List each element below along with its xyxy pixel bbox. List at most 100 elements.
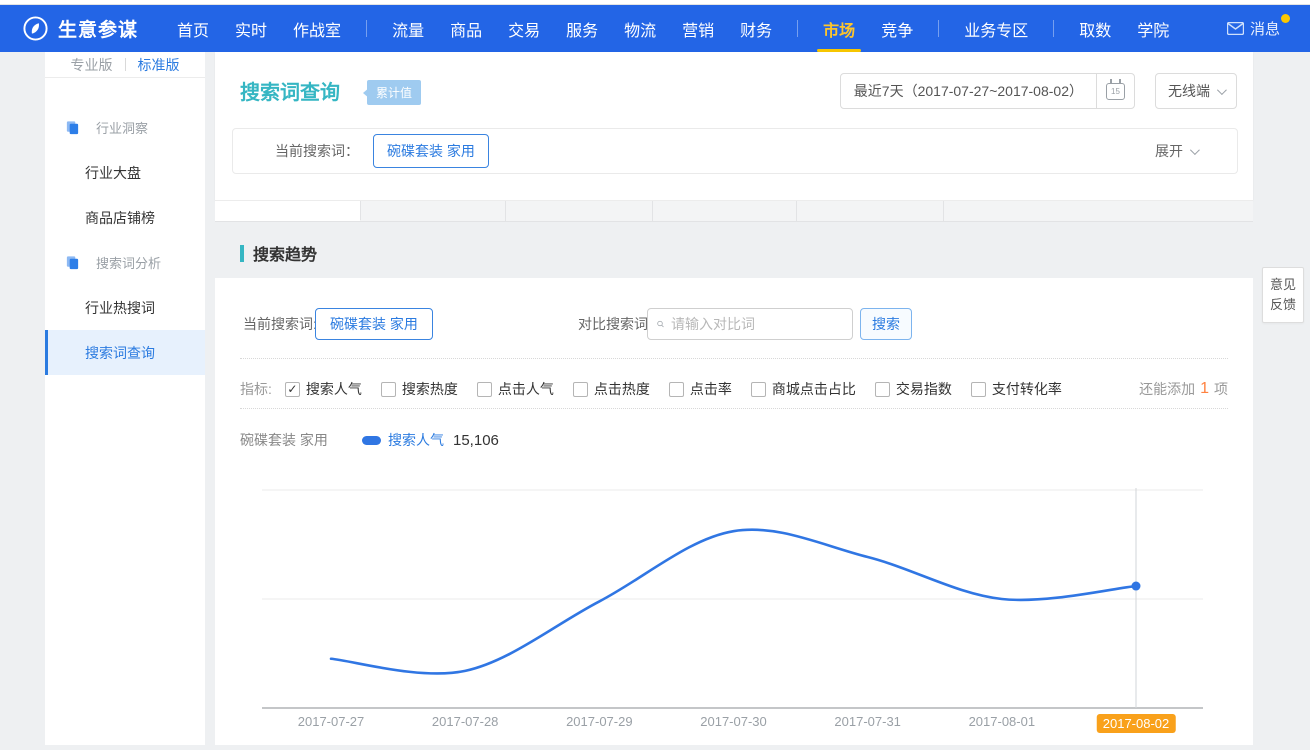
x-axis-label[interactable]: 2017-07-29 <box>566 714 633 729</box>
chevron-down-icon <box>1190 145 1200 155</box>
metric-checkbox-item[interactable]: 点击人气 <box>477 379 554 399</box>
nav-item[interactable]: 市场 <box>810 5 868 52</box>
x-axis-label-selected[interactable]: 2017-08-02 <box>1097 714 1176 733</box>
metric-checkbox-item[interactable]: ✓搜索人气 <box>285 379 362 399</box>
brand[interactable]: 生意参谋 <box>22 5 138 52</box>
metrics-row: 指标: ✓搜索人气 搜索热度 点击人气 点击热度 点击率 商城点击占比 交易指数支付转化率 <box>240 370 1081 408</box>
checkbox-icon[interactable] <box>669 382 684 397</box>
checkbox-checked-icon[interactable]: ✓ <box>285 382 300 397</box>
feedback-button[interactable]: 意见 反馈 <box>1262 267 1304 323</box>
compare-keyword-label: 对比搜索词: <box>578 308 652 340</box>
legend-metric-name[interactable]: 搜索人气 <box>388 430 444 450</box>
brand-name: 生意参谋 <box>58 15 138 42</box>
nav-item[interactable]: 学院 <box>1124 5 1182 52</box>
divider <box>240 358 1228 359</box>
nav-group-divider <box>797 20 798 37</box>
metric-checkbox-item[interactable]: 点击热度 <box>573 379 650 399</box>
checkbox-icon[interactable] <box>751 382 766 397</box>
tab-segment[interactable] <box>506 201 653 221</box>
x-axis-label[interactable]: 2017-07-31 <box>834 714 901 729</box>
checkbox-icon[interactable] <box>381 382 396 397</box>
metrics-label: 指标: <box>240 379 272 399</box>
checkbox-icon[interactable] <box>875 382 890 397</box>
nav-item[interactable]: 作战室 <box>280 5 354 52</box>
page-header-panel: 搜索词查询 累计值 最近7天（2017-07-27~2017-08-02） 15… <box>215 52 1253 200</box>
nav-item[interactable]: 实时 <box>222 5 280 52</box>
metric-checkbox-item[interactable]: 搜索热度 <box>381 379 458 399</box>
current-keyword-chip[interactable]: 碗碟套装 家用 <box>373 134 489 168</box>
messages-button[interactable]: 消息 <box>1227 5 1288 52</box>
nav-item[interactable]: 交易 <box>495 5 553 52</box>
metric-checkbox-item[interactable]: 点击率 <box>669 379 732 399</box>
tab-standard-version[interactable]: 标准版 <box>138 55 180 75</box>
metric-label: 点击率 <box>690 379 732 399</box>
terminal-value: 无线端 <box>1168 81 1210 101</box>
nav-item[interactable]: 首页 <box>164 5 222 52</box>
metric-label: 点击热度 <box>594 379 650 399</box>
tab-segment[interactable] <box>361 201 506 221</box>
sidebar-item[interactable]: 行业热搜词 <box>45 285 205 330</box>
messages-label: 消息 <box>1250 18 1280 39</box>
nav-item[interactable]: 财务 <box>727 5 785 52</box>
nav-item[interactable]: 取数 <box>1066 5 1124 52</box>
trend-chart-svg[interactable] <box>240 480 1220 745</box>
tab-segment[interactable] <box>653 201 797 221</box>
search-icon <box>657 317 664 331</box>
tab-strip <box>215 200 1253 222</box>
selected-point-dot <box>1132 582 1141 591</box>
divider <box>125 58 126 71</box>
calendar-button[interactable]: 15 <box>1096 74 1134 108</box>
metric-label: 商城点击占比 <box>772 379 856 399</box>
section-heading: 搜索趋势 <box>240 241 317 265</box>
nav-item[interactable]: 物流 <box>611 5 669 52</box>
legend-metric-value: 15,106 <box>453 432 499 449</box>
checkbox-icon[interactable] <box>573 382 588 397</box>
x-axis-label[interactable]: 2017-07-27 <box>298 714 365 729</box>
nav-item[interactable]: 服务 <box>553 5 611 52</box>
date-range-picker[interactable]: 最近7天（2017-07-27~2017-08-02） 15 <box>840 73 1135 109</box>
x-axis-label[interactable]: 2017-07-28 <box>432 714 499 729</box>
nav-item[interactable]: 商品 <box>437 5 495 52</box>
terminal-select[interactable]: 无线端 <box>1155 73 1237 109</box>
nav-item[interactable]: 业务专区 <box>951 5 1041 52</box>
checkbox-icon[interactable] <box>971 382 986 397</box>
chevron-down-icon <box>1217 85 1227 95</box>
metric-label: 交易指数 <box>896 379 952 399</box>
series-line <box>331 530 1136 674</box>
add-more-count: 1 <box>1200 380 1209 398</box>
x-axis-label[interactable]: 2017-07-30 <box>700 714 767 729</box>
cumulative-value-badge: 累计值 <box>367 80 421 105</box>
nav-item[interactable]: 流量 <box>379 5 437 52</box>
tab-segment[interactable] <box>944 201 1253 221</box>
metric-checkbox-item[interactable]: 交易指数 <box>875 379 952 399</box>
legend-series-marker <box>362 436 381 445</box>
search-analysis-icon <box>65 255 88 270</box>
current-keyword-label: 当前搜索词: <box>243 308 317 340</box>
sidebar-group-label: 行业洞察 <box>96 118 148 137</box>
tab-segment-active[interactable] <box>215 201 361 221</box>
tab-segment[interactable] <box>797 201 944 221</box>
sidebar-item[interactable]: 行业大盘 <box>45 150 205 195</box>
x-axis-label[interactable]: 2017-08-01 <box>969 714 1036 729</box>
trend-chart[interactable] <box>240 480 1220 745</box>
compare-keyword-input[interactable] <box>671 316 852 332</box>
header-controls: 最近7天（2017-07-27~2017-08-02） 15 无线端 <box>840 73 1237 109</box>
expand-toggle[interactable]: 展开 <box>1155 141 1197 161</box>
current-keyword-chip[interactable]: 碗碟套装 家用 <box>315 308 433 340</box>
sidebar-item[interactable]: 搜索词查询 <box>45 330 205 375</box>
search-button[interactable]: 搜索 <box>860 308 912 340</box>
page-title: 搜索词查询 <box>240 76 340 105</box>
section-title: 搜索趋势 <box>253 241 317 265</box>
nav-item[interactable]: 营销 <box>669 5 727 52</box>
metric-label: 搜索热度 <box>402 379 458 399</box>
current-keyword-box: 当前搜索词： 碗碟套装 家用 展开 <box>232 128 1238 174</box>
metric-label: 点击人气 <box>498 379 554 399</box>
tab-pro-version[interactable]: 专业版 <box>71 55 113 75</box>
checkbox-icon[interactable] <box>477 382 492 397</box>
metric-checkbox-item[interactable]: 商城点击占比 <box>751 379 856 399</box>
sidebar-item[interactable]: 商品店铺榜 <box>45 195 205 240</box>
sidebar-group-label: 搜索词分析 <box>96 253 161 272</box>
nav-item[interactable]: 竞争 <box>868 5 926 52</box>
legend-keyword: 碗碟套装 家用 <box>240 430 362 450</box>
metric-checkbox-item[interactable]: 支付转化率 <box>971 379 1062 399</box>
